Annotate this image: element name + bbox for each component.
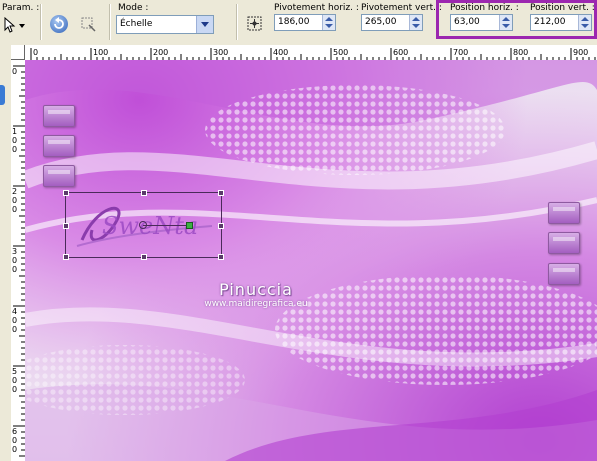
pivot-horiz-label: Pivotement horiz. : — [274, 3, 359, 13]
ruler-label: 900 — [573, 48, 588, 57]
resize-handle[interactable] — [141, 254, 147, 260]
position-vert-field[interactable]: 212,00 — [530, 14, 592, 31]
pivot-vert-value: 265,00 — [365, 17, 397, 27]
horizontal-ruler: 0 100 200 300 400 500 600 700 800 900 — [25, 45, 597, 61]
spin-arrows-icon[interactable] — [499, 15, 512, 30]
ruler-label: 0 — [12, 196, 17, 205]
pivot-vert-label: Pivotement vert. : — [361, 3, 442, 13]
spin-arrows-icon[interactable] — [578, 15, 591, 30]
ruler-label: 3 — [12, 247, 17, 256]
pivot-point[interactable] — [139, 221, 147, 229]
pivot-vert-field[interactable]: 265,00 — [361, 14, 423, 31]
frame-thumbnail — [43, 165, 75, 187]
tool-options-bar: Param. : Mode : Échelle Pivotement horiz… — [0, 0, 597, 46]
resize-handle[interactable] — [218, 223, 224, 229]
frame-thumbnail — [43, 105, 75, 127]
ruler-label: 1 — [12, 127, 17, 136]
ruler-label: 4 — [12, 307, 17, 316]
ruler-label: 0 — [12, 256, 17, 265]
ruler-label: 0 — [12, 136, 17, 145]
pivot-icon[interactable] — [246, 15, 264, 33]
watermark-url: www.maidiregrafica.eu — [204, 299, 308, 309]
position-vert-value: 212,00 — [534, 17, 566, 27]
vertical-ruler: 0100200300400500600 — [11, 60, 26, 461]
ruler-label: 700 — [453, 48, 468, 57]
chevron-down-icon[interactable] — [196, 16, 213, 33]
frame-thumbnail — [43, 135, 75, 157]
ruler-label: 800 — [513, 48, 528, 57]
layer-selection-box[interactable] — [63, 190, 224, 260]
ruler-label: 0 — [12, 316, 17, 325]
watermark: Pinuccia www.maidiregrafica.eu — [156, 280, 356, 309]
ruler-label: 200 — [153, 48, 168, 57]
ruler-label: 0 — [33, 48, 38, 57]
resize-handle[interactable] — [63, 223, 69, 229]
ruler-label: 0 — [12, 145, 17, 154]
frame-thumbnail — [548, 263, 580, 285]
position-horiz-field[interactable]: 63,00 — [450, 14, 513, 31]
resize-handle[interactable] — [218, 190, 224, 196]
ruler-label: 0 — [12, 325, 17, 334]
ruler-label: 0 — [12, 205, 17, 214]
frame-thumbnail — [548, 232, 580, 254]
ruler-label: 0 — [12, 67, 17, 76]
ruler-label: 100 — [93, 48, 108, 57]
panel-tab[interactable] — [0, 85, 5, 105]
image-canvas[interactable]: SweNta Pinuccia www.maidiregrafica.eu — [25, 60, 597, 461]
ruler-label: 0 — [12, 385, 17, 394]
pivot-horiz-field[interactable]: 186,00 — [274, 14, 336, 31]
frame-thumbnail — [548, 202, 580, 224]
reset-icon[interactable] — [50, 15, 68, 33]
left-panel-strip — [0, 45, 11, 461]
mode-select[interactable]: Échelle — [116, 15, 214, 34]
ruler-corner — [11, 45, 25, 60]
ruler-label: 600 — [393, 48, 408, 57]
watermark-name: Pinuccia — [219, 280, 293, 299]
ruler-label: 0 — [12, 436, 17, 445]
resize-handle[interactable] — [63, 254, 69, 260]
ruler-label: 2 — [12, 187, 17, 196]
rotation-handle[interactable] — [186, 222, 193, 229]
background-waves — [25, 60, 597, 461]
resize-handle[interactable] — [141, 190, 147, 196]
resize-handle[interactable] — [218, 254, 224, 260]
ruler-label: 500 — [333, 48, 348, 57]
resize-handle[interactable] — [63, 190, 69, 196]
ruler-label: 400 — [273, 48, 288, 57]
ruler-label: 6 — [12, 427, 17, 436]
position-horiz-value: 63,00 — [454, 17, 480, 27]
position-vert-label: Position vert. : — [530, 3, 595, 13]
ruler-label: 0 — [12, 376, 17, 385]
pick-tool-icon[interactable] — [3, 16, 17, 33]
param-label: Param. : — [2, 3, 40, 13]
ruler-label: 5 — [12, 367, 17, 376]
ruler-label: 0 — [12, 445, 17, 454]
separator — [109, 4, 111, 40]
position-horiz-label: Position horiz. : — [450, 3, 519, 13]
mode-value: Échelle — [120, 19, 153, 29]
ruler-label: 0 — [12, 265, 17, 274]
transform-icon[interactable] — [80, 16, 96, 32]
mode-label: Mode : — [118, 3, 149, 13]
ruler-label: 300 — [213, 48, 228, 57]
spin-arrows-icon[interactable] — [409, 15, 422, 30]
separator — [236, 4, 238, 40]
spin-arrows-icon[interactable] — [322, 15, 335, 30]
pivot-horiz-value: 186,00 — [278, 17, 310, 27]
pivot-line — [143, 225, 189, 226]
separator — [40, 4, 42, 40]
preset-dropdown-arrow-icon[interactable] — [19, 24, 25, 28]
